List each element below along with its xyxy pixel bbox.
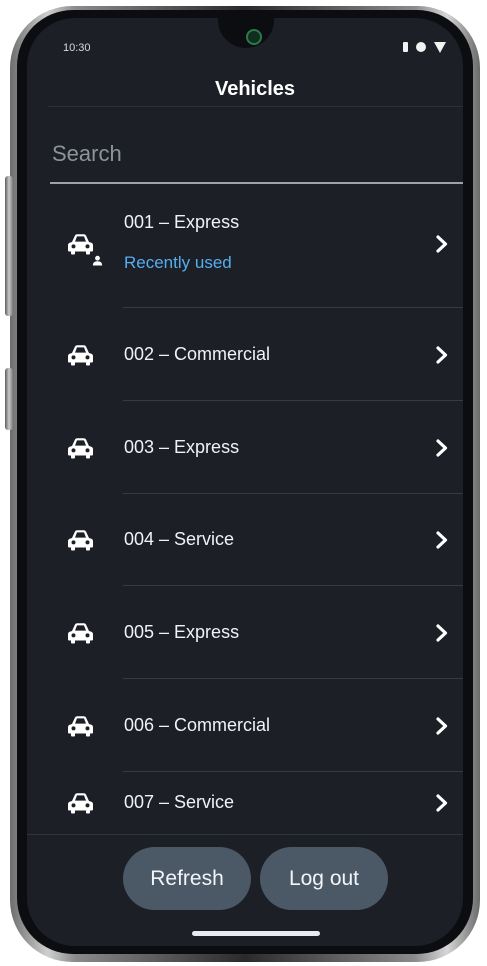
refresh-button[interactable]: Refresh — [123, 847, 251, 910]
vehicle-name: 005 – Express — [124, 622, 240, 642]
search-underline — [50, 182, 463, 184]
status-time: 10:30 — [63, 42, 91, 54]
recently-used-label: Recently used — [124, 253, 232, 272]
battery-icon — [403, 42, 408, 52]
search-input[interactable] — [52, 135, 463, 173]
page-title: Vehicles — [214, 78, 296, 100]
front-camera — [246, 29, 262, 45]
chevron-right-icon[interactable] — [435, 438, 449, 458]
vehicle-name: 002 – Commercial — [124, 344, 271, 364]
person-icon — [92, 253, 103, 266]
header-divider — [48, 106, 463, 107]
volume-button — [5, 176, 13, 316]
notification-dot-icon — [416, 42, 426, 52]
home-indicator[interactable] — [192, 931, 320, 936]
chevron-right-icon[interactable] — [435, 345, 449, 365]
vehicle-name: 001 – Express — [124, 212, 240, 232]
vehicle-row[interactable]: 002 – Commercial — [27, 308, 463, 401]
app-screen: 10:30 Vehicles 001 – Express Recently use… — [27, 18, 463, 946]
vehicle-name: 004 – Service — [124, 529, 235, 549]
chevron-right-icon[interactable] — [435, 623, 449, 643]
vehicle-row[interactable]: 003 – Express — [27, 401, 463, 494]
vehicle-name: 003 – Express — [124, 437, 240, 457]
chevron-right-icon[interactable] — [435, 716, 449, 736]
car-icon — [67, 792, 94, 814]
car-icon — [67, 344, 94, 366]
car-icon — [67, 233, 94, 255]
chevron-right-icon[interactable] — [435, 793, 449, 813]
power-button — [5, 368, 13, 430]
car-icon — [67, 715, 94, 737]
vehicle-row[interactable]: 006 – Commercial — [27, 679, 463, 772]
car-icon — [67, 622, 94, 644]
car-icon — [67, 437, 94, 459]
bottom-divider — [27, 834, 463, 835]
vehicle-row[interactable]: 001 – Express Recently used — [27, 192, 463, 308]
vehicle-row[interactable]: 004 – Service — [27, 494, 463, 586]
car-icon — [67, 529, 94, 551]
vehicle-name: 007 – Service — [124, 792, 235, 812]
vehicle-row[interactable]: 007 – Service — [27, 772, 463, 834]
signal-icon — [434, 42, 446, 53]
chevron-right-icon[interactable] — [435, 234, 449, 254]
chevron-right-icon[interactable] — [435, 530, 449, 550]
vehicle-name: 006 – Commercial — [124, 715, 271, 735]
logout-button[interactable]: Log out — [260, 847, 388, 910]
vehicle-row[interactable]: 005 – Express — [27, 586, 463, 679]
